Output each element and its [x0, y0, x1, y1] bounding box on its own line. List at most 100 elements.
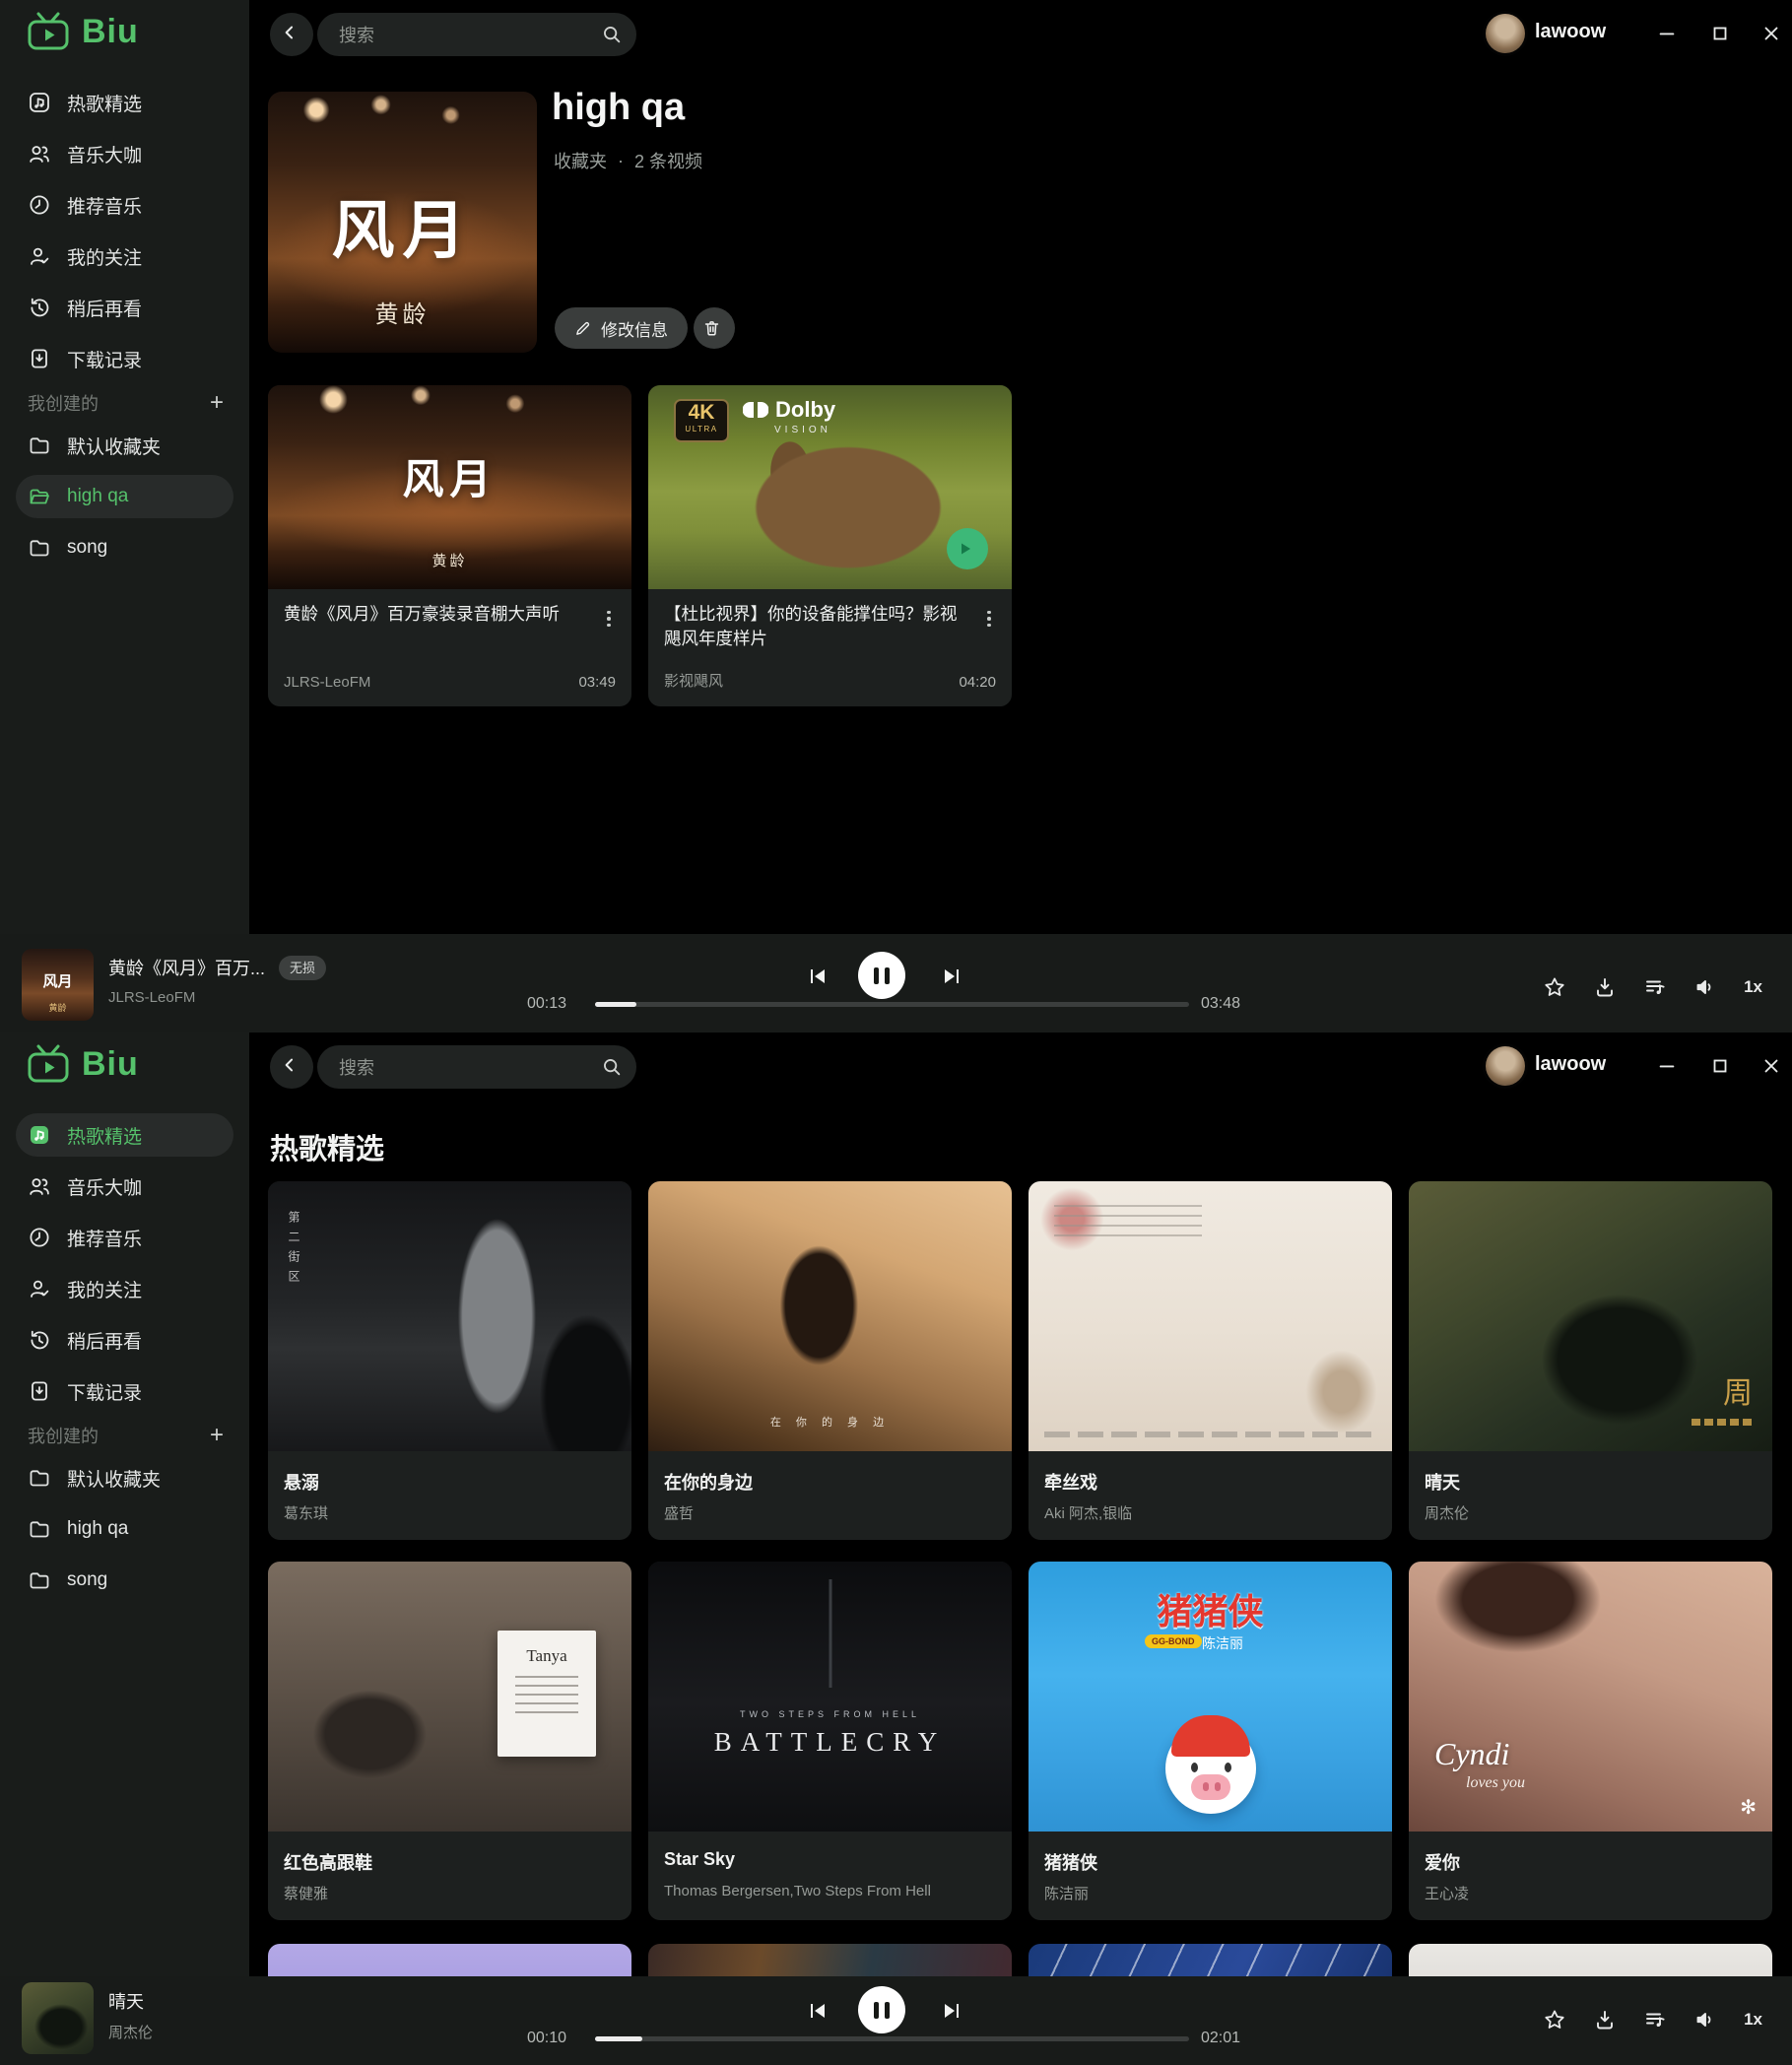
cover-title-text: 风月: [268, 180, 537, 271]
song-cover: 第二街区: [268, 1181, 631, 1451]
add-folder-button[interactable]: +: [204, 1426, 230, 1445]
song-card[interactable]: 在 你 的 身 边 在你的身边 盛哲: [648, 1181, 1012, 1540]
user-avatar[interactable]: [1486, 1046, 1525, 1086]
video-thumbnail[interactable]: 风月 黄龄: [268, 385, 631, 589]
video-card[interactable]: 风月 黄龄 黄龄《风月》百万豪装录音棚大声听 JLRS-LeoFM 03:49: [268, 385, 631, 706]
previous-track-icon[interactable]: [806, 964, 830, 987]
dolby-word: Dolby: [775, 397, 835, 423]
sidebar-item-label: 我的关注: [67, 243, 142, 270]
sidebar-item-my-follows[interactable]: 我的关注: [16, 1267, 233, 1310]
song-card[interactable]: 牵丝戏 Aki 阿杰,银临: [1029, 1181, 1392, 1540]
playback-speed-button[interactable]: 1x: [1744, 977, 1762, 997]
close-button[interactable]: [1756, 18, 1787, 49]
volume-icon[interactable]: [1693, 2008, 1717, 2032]
sidebar-folder-song[interactable]: song: [16, 526, 233, 569]
delete-collection-button[interactable]: [694, 307, 735, 349]
now-playing-title: 晴天: [108, 1988, 144, 2014]
sidebar-item-recommended[interactable]: 推荐音乐: [16, 183, 233, 227]
sidebar-item-label: 热歌精选: [67, 1122, 142, 1149]
user-avatar[interactable]: [1486, 14, 1525, 53]
song-cover: [1029, 1181, 1392, 1451]
dolby-vision-word: VISION: [774, 425, 835, 435]
cover-artist-text: 黄龄: [268, 295, 537, 329]
search-input[interactable]: [337, 13, 587, 58]
sidebar-item-watch-later[interactable]: 稍后再看: [16, 286, 233, 329]
sidebar-folder-high-qa[interactable]: high qa: [16, 475, 233, 518]
sidebar-item-hot-songs[interactable]: 热歌精选: [16, 81, 233, 124]
total-time: 03:48: [1201, 995, 1240, 1013]
sidebar-item-watch-later[interactable]: 稍后再看: [16, 1318, 233, 1362]
now-playing-thumbnail[interactable]: [22, 1982, 94, 2054]
thumb-artist-text: 黄龄: [268, 550, 631, 570]
volume-icon[interactable]: [1693, 975, 1717, 999]
created-section: 我创建的 +: [28, 390, 230, 416]
song-artist: Aki 阿杰,银临: [1044, 1502, 1374, 1523]
playlist-icon[interactable]: [1643, 2008, 1667, 2032]
play-button[interactable]: [947, 528, 988, 569]
cover-overlay-text: 猪猪侠: [1029, 1583, 1392, 1634]
progress-bar[interactable]: [595, 1002, 1189, 1007]
back-button[interactable]: [270, 13, 313, 56]
minimize-button[interactable]: [1651, 18, 1683, 49]
video-card[interactable]: 4K ULTRA Dolby VISION 【杜比视界】你的设备能撑住吗？影视飓…: [648, 385, 1012, 706]
now-playing-artist: 周杰伦: [108, 2022, 153, 2042]
folder-icon: [28, 1466, 51, 1490]
sidebar-item-my-follows[interactable]: 我的关注: [16, 234, 233, 278]
close-button[interactable]: [1756, 1050, 1787, 1082]
next-track-icon[interactable]: [940, 964, 963, 987]
maximize-button[interactable]: [1704, 1050, 1736, 1082]
cover-decoration: [1044, 1432, 1376, 1437]
previous-track-icon[interactable]: [806, 1998, 830, 2022]
favorite-star-icon[interactable]: [1543, 2008, 1566, 2032]
sidebar-folder-song[interactable]: song: [16, 1559, 233, 1602]
playlist-icon[interactable]: [1643, 975, 1667, 999]
more-options-icon[interactable]: [594, 604, 624, 633]
sidebar-item-label: 推荐音乐: [67, 192, 142, 219]
app-logo[interactable]: Biu: [27, 1044, 139, 1084]
progress-bar[interactable]: [595, 2036, 1189, 2041]
pause-button[interactable]: [858, 952, 905, 999]
total-time: 02:01: [1201, 2030, 1240, 2047]
app-logo[interactable]: Biu: [27, 12, 139, 51]
song-card[interactable]: 猪猪侠 GG-BOND 陈洁丽 猪猪侠 陈洁丽: [1029, 1562, 1392, 1920]
song-artist: 周杰伦: [1425, 1502, 1755, 1523]
minimize-button[interactable]: [1651, 1050, 1683, 1082]
song-card[interactable]: 周 晴天 周杰伦: [1409, 1181, 1772, 1540]
sidebar-item-downloads[interactable]: 下载记录: [16, 337, 233, 380]
more-options-icon[interactable]: [974, 604, 1004, 633]
playback-speed-button[interactable]: 1x: [1744, 2010, 1762, 2030]
username: lawoow: [1535, 1053, 1606, 1076]
search-input[interactable]: [337, 1045, 587, 1091]
song-card[interactable]: Tanya 红色高跟鞋 蔡健雅: [268, 1562, 631, 1920]
cover-overlay-text: loves you: [1466, 1774, 1525, 1792]
sidebar-item-recommended[interactable]: 推荐音乐: [16, 1216, 233, 1259]
back-button[interactable]: [270, 1045, 313, 1089]
edit-info-button[interactable]: 修改信息: [555, 307, 688, 349]
sidebar-item-hot-songs[interactable]: 热歌精选: [16, 1113, 233, 1157]
hot-songs-icon: [28, 91, 51, 114]
maximize-button[interactable]: [1704, 18, 1736, 49]
sidebar-item-music-stars[interactable]: 音乐大咖: [16, 1165, 233, 1208]
sidebar-folder-high-qa[interactable]: high qa: [16, 1507, 233, 1551]
favorite-star-icon[interactable]: [1543, 975, 1566, 999]
sidebar-item-music-stars[interactable]: 音乐大咖: [16, 132, 233, 175]
sidebar-item-downloads[interactable]: 下载记录: [16, 1369, 233, 1413]
sidebar-folder-default[interactable]: 默认收藏夹: [16, 1456, 233, 1499]
cover-overlay-text: 在 你 的 身 边: [648, 1414, 1012, 1430]
history-clock-icon: [28, 1328, 51, 1352]
song-card[interactable]: Cyndi loves you ✻ 爱你 王心凌: [1409, 1562, 1772, 1920]
song-card[interactable]: TWO STEPS FROM HELL BATTLECRY Star Sky T…: [648, 1562, 1012, 1920]
search-icon[interactable]: [601, 24, 623, 45]
song-card[interactable]: 第二街区 悬溺 葛东琪: [268, 1181, 631, 1540]
download-icon[interactable]: [1593, 975, 1617, 999]
video-thumbnail[interactable]: 4K ULTRA Dolby VISION: [648, 385, 1012, 589]
now-playing-thumbnail[interactable]: 风月 黄龄: [22, 949, 94, 1021]
search-icon[interactable]: [601, 1056, 623, 1078]
sidebar-folder-default[interactable]: 默认收藏夹: [16, 424, 233, 467]
add-folder-button[interactable]: +: [204, 393, 230, 413]
person-check-icon: [28, 244, 51, 268]
search-bar: [317, 13, 636, 56]
pause-button[interactable]: [858, 1986, 905, 2033]
next-track-icon[interactable]: [940, 1998, 963, 2022]
download-icon[interactable]: [1593, 2008, 1617, 2032]
